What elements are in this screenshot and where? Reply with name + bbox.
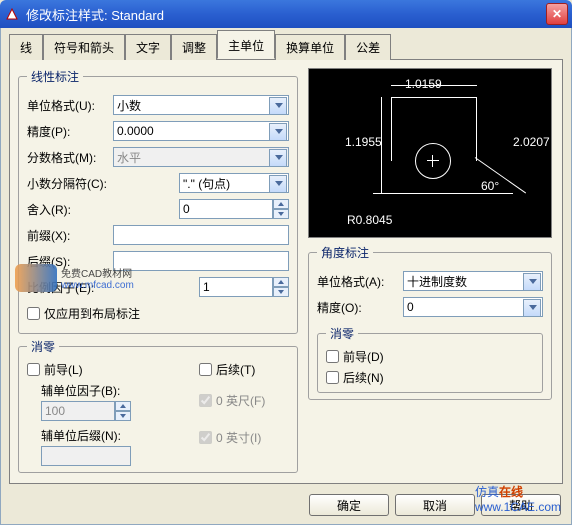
precision-label: 精度(P): xyxy=(27,123,113,140)
chevron-down-icon xyxy=(275,129,283,134)
apply-layout-check[interactable] xyxy=(27,307,40,320)
round-spinner[interactable] xyxy=(179,199,289,219)
chevron-down-icon xyxy=(529,279,537,284)
prefix-input-wrap[interactable] xyxy=(113,225,289,245)
angular-unit-format-label: 单位格式(A): xyxy=(317,273,403,290)
round-input[interactable] xyxy=(183,202,254,216)
prefix-label: 前缀(X): xyxy=(27,227,113,244)
scale-factor-spinner[interactable] xyxy=(199,277,289,297)
tab-primary-units[interactable]: 主单位 xyxy=(217,30,275,59)
linear-legend: 线性标注 xyxy=(27,68,83,85)
tab-text[interactable]: 文字 xyxy=(125,34,171,60)
decimal-separator-label: 小数分隔符(C): xyxy=(27,175,113,192)
watermark-text2: www.mfcad.com xyxy=(61,280,134,291)
sub-factor-spinner xyxy=(41,401,191,421)
unit-format-label: 单位格式(U): xyxy=(27,97,113,114)
inches-checkbox: 0 英寸(I) xyxy=(199,429,289,446)
trailing-checkbox[interactable]: 后续(T) xyxy=(199,361,289,378)
right-column: 1.0159 1.1955 2.0207 60° R0.8045 角度标注 单位… xyxy=(308,68,552,475)
window-title: 修改标注样式: Standard xyxy=(26,5,546,24)
close-icon: ✕ xyxy=(552,7,562,21)
suppress-zeros-angular-group: 消零 前导(D) 后续(N) xyxy=(317,325,543,393)
suppress-zeros-linear-group: 消零 前导(L) 辅单位因子(B): 辅单位后缀(N): 后续(T) xyxy=(18,338,298,473)
cancel-button[interactable]: 取消 xyxy=(395,494,475,516)
close-button[interactable]: ✕ xyxy=(546,3,568,25)
sub-suffix-input-wrap xyxy=(41,446,131,466)
tab-fit[interactable]: 调整 xyxy=(171,34,217,60)
preview-dim-angle: 60° xyxy=(481,179,499,193)
suppress-angular-legend: 消零 xyxy=(326,325,358,342)
angular-precision-select[interactable]: 0 xyxy=(403,297,543,317)
fraction-format-label: 分数格式(M): xyxy=(27,149,113,166)
tab-tolerances[interactable]: 公差 xyxy=(345,34,391,60)
watermark-text1: 免费CAD教材网 xyxy=(61,265,134,280)
suffix-input[interactable] xyxy=(117,254,270,268)
fraction-format-select: 水平 xyxy=(113,147,289,167)
tab-strip: 线 符号和箭头 文字 调整 主单位 换算单位 公差 xyxy=(9,34,563,60)
app-icon xyxy=(4,6,20,22)
dialog-body: 线 符号和箭头 文字 调整 主单位 换算单位 公差 线性标注 单位格式(U): … xyxy=(0,28,572,525)
suffix-input-wrap[interactable] xyxy=(113,251,289,271)
spin-down-icon xyxy=(115,411,131,421)
spin-up-icon[interactable] xyxy=(273,199,289,209)
sub-suffix-input xyxy=(45,449,112,463)
watermark-logo-icon xyxy=(15,264,57,292)
angular-precision-label: 精度(O): xyxy=(317,299,403,316)
titlebar: 修改标注样式: Standard ✕ xyxy=(0,0,572,28)
apply-layout-checkbox[interactable]: 仅应用到布局标注 xyxy=(27,305,140,322)
preview-dim-radius: R0.8045 xyxy=(347,213,392,227)
spin-up-icon xyxy=(115,401,131,411)
preview-dim-top: 1.0159 xyxy=(405,77,442,91)
tab-symbols-arrows[interactable]: 符号和箭头 xyxy=(43,34,125,60)
tab-alternate-units[interactable]: 换算单位 xyxy=(275,34,345,60)
feet-checkbox: 0 英尺(F) xyxy=(199,392,289,409)
angular-leading-checkbox[interactable]: 前导(D) xyxy=(326,348,534,365)
chevron-down-icon xyxy=(275,181,283,186)
help-button[interactable]: 帮助 xyxy=(481,494,561,516)
tab-line[interactable]: 线 xyxy=(9,34,43,60)
chevron-down-icon xyxy=(529,305,537,310)
prefix-input[interactable] xyxy=(117,228,270,242)
linear-dimension-group: 线性标注 单位格式(U): 小数 精度(P): 0.0000 分数格式(M): … xyxy=(18,68,298,334)
chevron-down-icon xyxy=(275,155,283,160)
dimension-preview: 1.0159 1.1955 2.0207 60° R0.8045 xyxy=(308,68,552,238)
spin-up-icon[interactable] xyxy=(273,277,289,287)
angular-trailing-checkbox[interactable]: 后续(N) xyxy=(326,369,534,386)
precision-select[interactable]: 0.0000 xyxy=(113,121,289,141)
angular-dimension-group: 角度标注 单位格式(A): 十进制度数 精度(O): 0 消零 前导(D) 后续… xyxy=(308,244,552,400)
unit-format-select[interactable]: 小数 xyxy=(113,95,289,115)
leading-checkbox[interactable]: 前导(L) xyxy=(27,361,191,378)
sub-suffix-label: 辅单位后缀(N): xyxy=(41,427,191,444)
sub-factor-input xyxy=(45,404,96,418)
spin-down-icon[interactable] xyxy=(273,287,289,297)
round-label: 舍入(R): xyxy=(27,201,113,218)
angular-unit-format-select[interactable]: 十进制度数 xyxy=(403,271,543,291)
button-row: 确定 取消 帮助 xyxy=(309,494,561,516)
watermark: 免费CAD教材网 www.mfcad.com xyxy=(15,264,134,292)
decimal-separator-select[interactable]: "." (句点) xyxy=(179,173,289,193)
scale-factor-input[interactable] xyxy=(203,280,254,294)
ok-button[interactable]: 确定 xyxy=(309,494,389,516)
spin-down-icon[interactable] xyxy=(273,209,289,219)
angular-legend: 角度标注 xyxy=(317,244,373,261)
sub-factor-label: 辅单位因子(B): xyxy=(41,382,191,399)
chevron-down-icon xyxy=(275,103,283,108)
suppress-linear-legend: 消零 xyxy=(27,338,59,355)
preview-dim-left: 1.1955 xyxy=(345,135,382,149)
preview-dim-right: 2.0207 xyxy=(513,135,550,149)
